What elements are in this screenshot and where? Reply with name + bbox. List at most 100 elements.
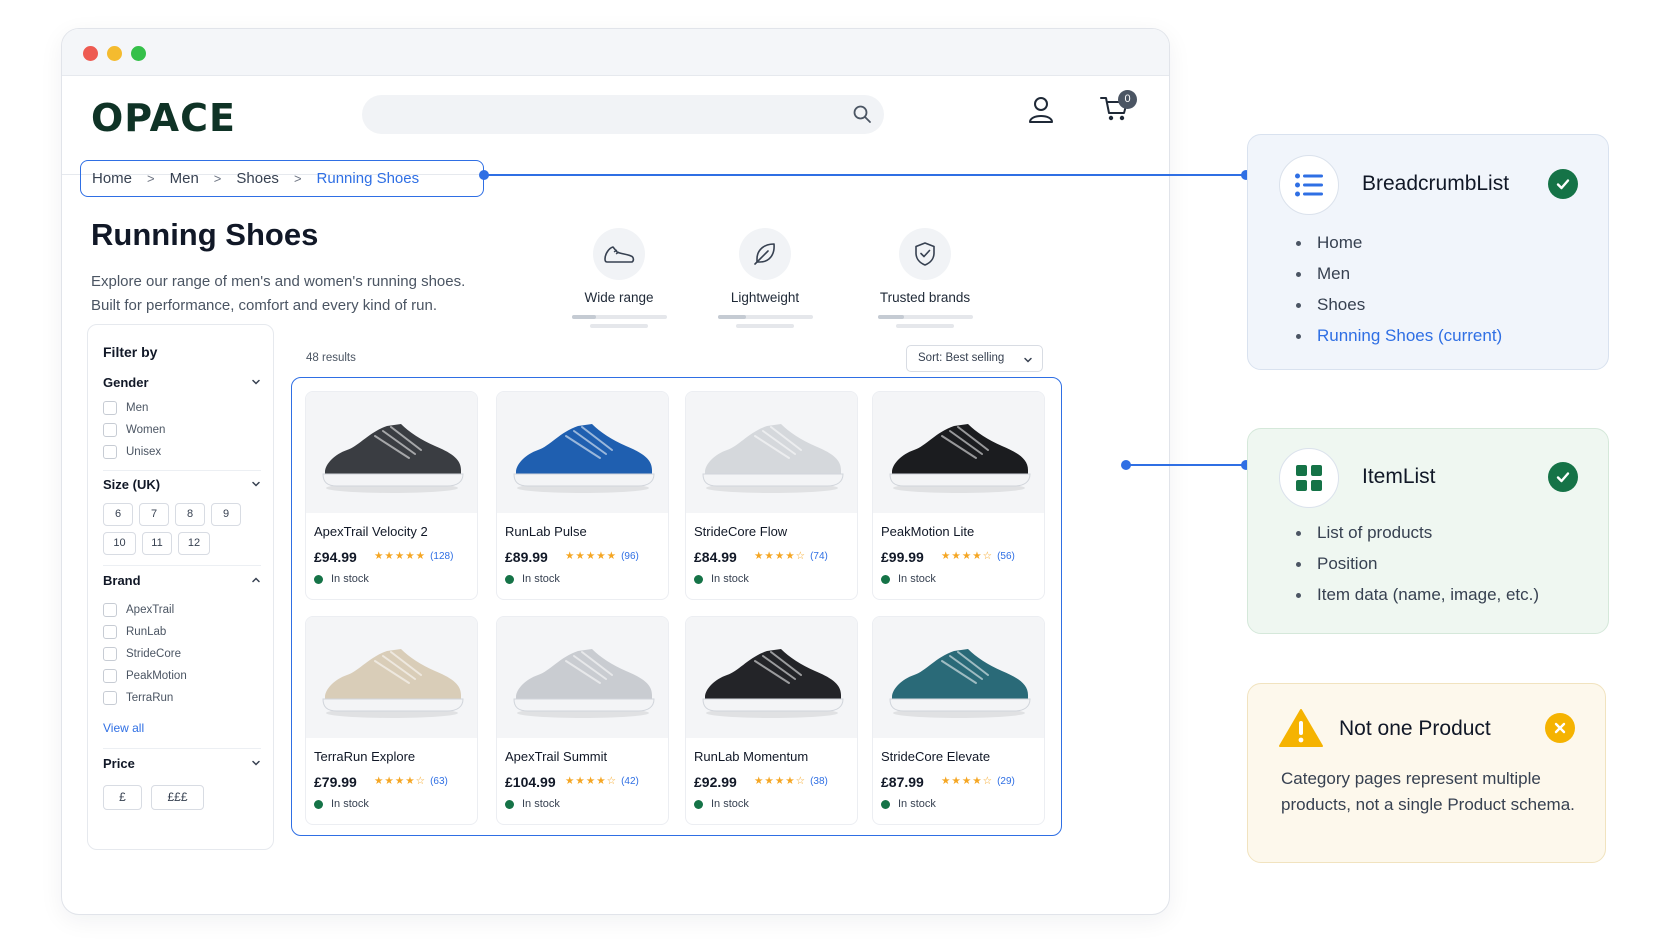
in-stock-dot	[505, 799, 514, 809]
product-rating: ★★★★☆ (63)	[374, 775, 448, 787]
filter-option-label: ApexTrail	[126, 603, 175, 616]
product-name[interactable]: TerraRun Explore	[314, 749, 415, 764]
product-image[interactable]	[306, 617, 477, 738]
filter-option-label: TerraRun	[126, 691, 174, 704]
panel-list: List of products Position Item data (nam…	[1296, 517, 1539, 610]
shoe-icon	[604, 246, 635, 263]
size-option[interactable]: 8	[175, 503, 205, 526]
review-count[interactable]: (38)	[810, 776, 828, 787]
filter-option-unisex[interactable]: Unisex	[103, 444, 161, 459]
product-name[interactable]: ApexTrail Summit	[505, 749, 607, 764]
checkbox[interactable]	[103, 602, 117, 617]
filter-option-apextrail[interactable]: ApexTrail	[103, 602, 174, 617]
checkbox[interactable]	[103, 624, 117, 639]
breadcrumb: Home > Men > Shoes > Running Shoes	[80, 160, 484, 197]
review-count[interactable]: (63)	[430, 776, 448, 787]
filter-option-label: Unisex	[126, 445, 162, 458]
stock-label: In stock	[331, 573, 369, 585]
filter-option-label: PeakMotion	[126, 669, 187, 682]
stock-status: In stock	[505, 798, 560, 810]
search-input[interactable]	[362, 95, 884, 134]
size-option[interactable]: 6	[103, 503, 133, 526]
filter-price-toggle[interactable]: Price	[103, 756, 261, 771]
filter-gender-toggle[interactable]: Gender	[103, 375, 261, 390]
product-name[interactable]: PeakMotion Lite	[881, 524, 974, 539]
list-icon	[1295, 173, 1323, 197]
review-count[interactable]: (56)	[997, 551, 1015, 562]
product-name[interactable]: StrideCore Elevate	[881, 749, 990, 764]
review-count[interactable]: (74)	[810, 551, 828, 562]
account-icon[interactable]	[1028, 96, 1054, 124]
product-card[interactable]: StrideCore Flow £84.99 ★★★★☆ (74) In stoc…	[685, 391, 858, 600]
size-option[interactable]: 10	[103, 532, 136, 555]
filter-option-runlab[interactable]: RunLab	[103, 624, 166, 639]
filter-group-label: Gender	[103, 375, 149, 390]
product-name[interactable]: ApexTrail Velocity 2	[314, 524, 428, 539]
product-card[interactable]: RunLab Momentum £92.99 ★★★★☆ (38) In stoc…	[685, 616, 858, 825]
product-image[interactable]	[306, 392, 477, 513]
product-name[interactable]: RunLab Momentum	[694, 749, 808, 764]
checkbox[interactable]	[103, 690, 117, 705]
product-image[interactable]	[686, 617, 857, 738]
review-count[interactable]: (128)	[430, 551, 453, 562]
filter-option-terrarun[interactable]: TerraRun	[103, 690, 173, 705]
filter-option-men[interactable]: Men	[103, 400, 148, 415]
feature-label: Wide range	[584, 290, 654, 305]
product-price: £84.99	[694, 549, 737, 565]
product-name[interactable]: RunLab Pulse	[505, 524, 587, 539]
checkbox[interactable]	[103, 422, 117, 437]
checkbox[interactable]	[103, 646, 117, 661]
product-card[interactable]: StrideCore Elevate £87.99 ★★★★☆ (29) In s…	[872, 616, 1045, 825]
list-icon-badge	[1279, 155, 1339, 215]
intro-line: Built for performance, comfort and every…	[91, 297, 437, 314]
product-name[interactable]: StrideCore Flow	[694, 524, 787, 539]
page-title: Running Shoes	[91, 217, 319, 252]
size-option[interactable]: 9	[211, 503, 241, 526]
product-card[interactable]: TerraRun Explore £79.99 ★★★★☆ (63) In sto…	[305, 616, 478, 825]
maximize-window-button[interactable]	[131, 46, 146, 61]
feature-bar-secondary	[590, 324, 648, 328]
feature-label: Lightweight	[730, 290, 800, 305]
product-card[interactable]: ApexTrail Summit £104.99 ★★★★☆ (42) In st…	[496, 616, 669, 825]
checkbox[interactable]	[103, 444, 117, 459]
breadcrumb-shoes[interactable]: Shoes	[236, 170, 279, 187]
product-card[interactable]: RunLab Pulse £89.99 ★★★★★ (96) In stock	[496, 391, 669, 600]
star-rating: ★★★★☆	[941, 550, 994, 562]
search-icon[interactable]	[852, 104, 872, 124]
filter-size-toggle[interactable]: Size (UK)	[103, 477, 261, 492]
size-option[interactable]: 12	[178, 532, 210, 555]
filter-option-stridecore[interactable]: StrideCore	[103, 646, 181, 661]
review-count[interactable]: (42)	[621, 776, 639, 787]
product-image[interactable]	[497, 617, 668, 738]
filter-option-women[interactable]: Women	[103, 422, 165, 437]
product-image[interactable]	[497, 392, 668, 513]
shoe-image-icon	[701, 648, 844, 718]
product-card[interactable]: ApexTrail Velocity 2 £94.99 ★★★★★ (128) I…	[305, 391, 478, 600]
size-option[interactable]: 7	[139, 503, 169, 526]
breadcrumb-men[interactable]: Men	[170, 170, 199, 187]
not-product-panel: Not one Product Category pages represent…	[1247, 683, 1606, 863]
connector-dot	[1121, 460, 1131, 470]
shield-check-icon	[915, 242, 935, 266]
minimize-window-button[interactable]	[107, 46, 122, 61]
shoe-image-icon	[321, 648, 464, 718]
price-option-low[interactable]: £	[103, 785, 142, 810]
review-count[interactable]: (96)	[621, 551, 639, 562]
breadcrumb-home[interactable]: Home	[92, 170, 132, 187]
sort-select[interactable]: Sort: Best selling	[906, 345, 1043, 372]
size-option[interactable]: 11	[142, 532, 172, 555]
filter-option-peakmotion[interactable]: PeakMotion	[103, 668, 187, 683]
chevron-right-icon: >	[147, 171, 155, 186]
filter-brand-toggle[interactable]: Brand	[103, 573, 261, 588]
checkbox[interactable]	[103, 400, 117, 415]
product-image[interactable]	[686, 392, 857, 513]
checkbox[interactable]	[103, 668, 117, 683]
review-count[interactable]: (29)	[997, 776, 1015, 787]
site-logo[interactable]: OPACE	[91, 96, 236, 140]
product-image[interactable]	[873, 392, 1044, 513]
price-option-high[interactable]: £££	[151, 785, 204, 810]
close-window-button[interactable]	[83, 46, 98, 61]
product-image[interactable]	[873, 617, 1044, 738]
product-card[interactable]: PeakMotion Lite £99.99 ★★★★☆ (56) In stoc…	[872, 391, 1045, 600]
view-all-brands-link[interactable]: View all	[103, 721, 144, 735]
